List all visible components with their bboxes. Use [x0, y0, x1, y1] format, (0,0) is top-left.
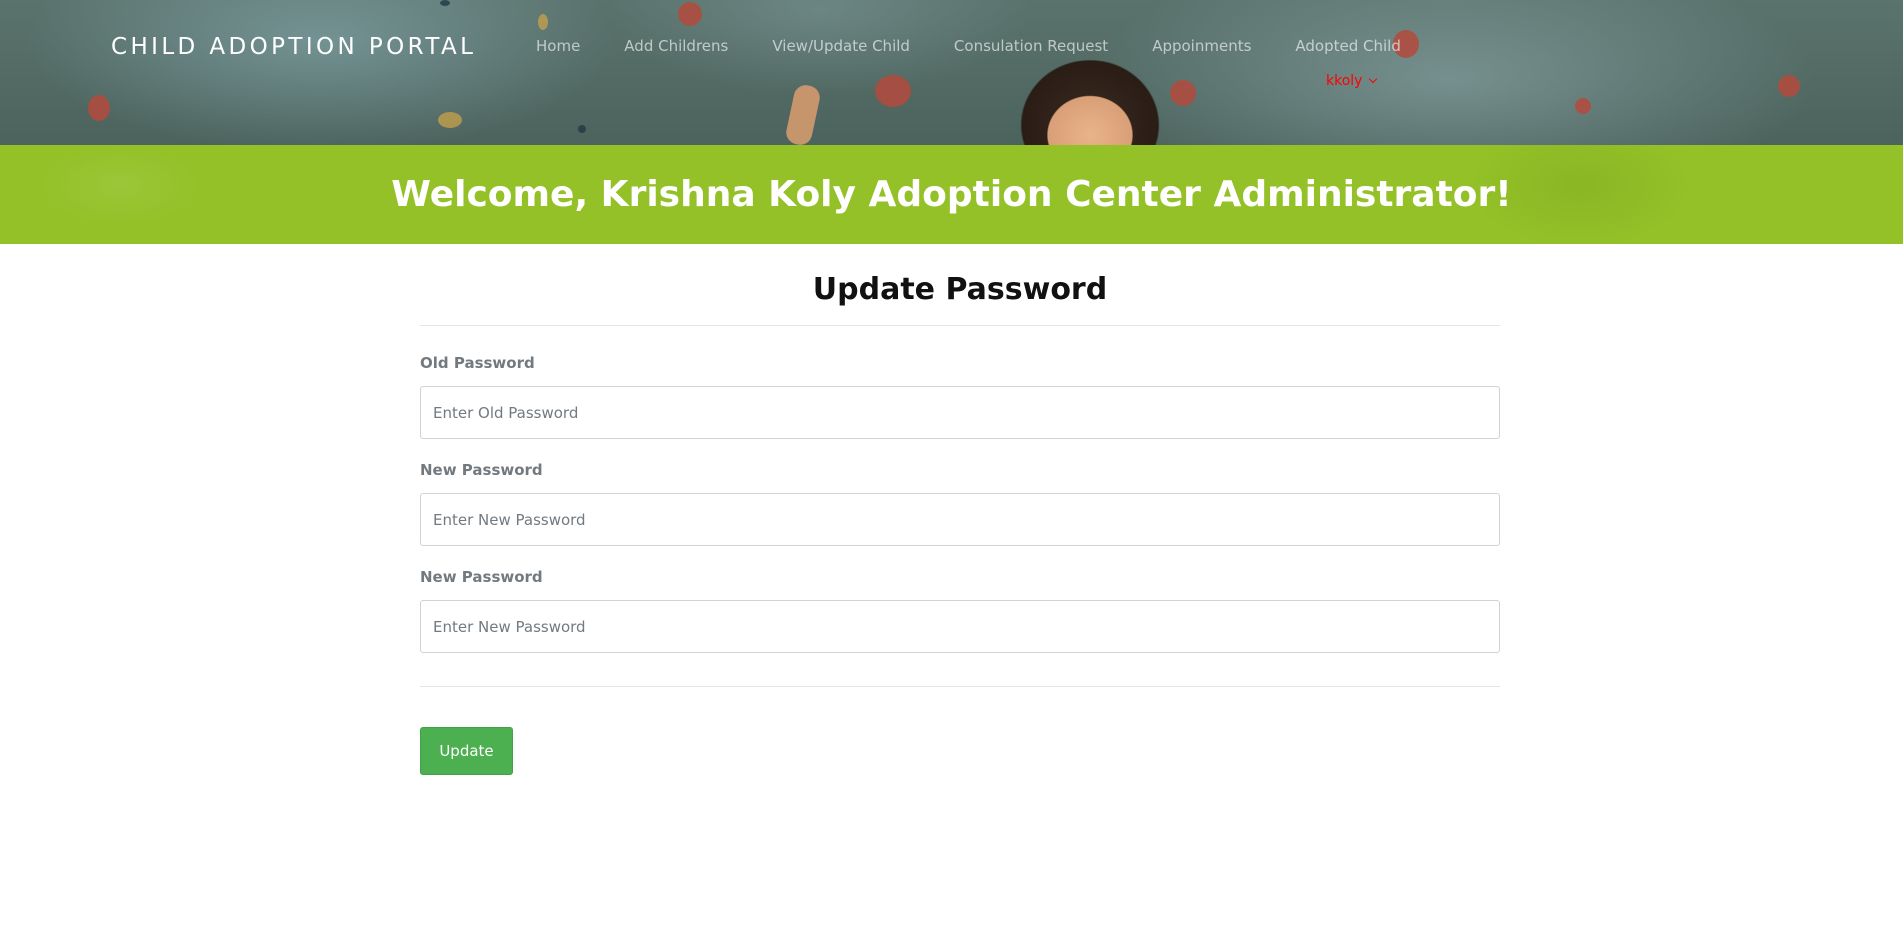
chevron-down-icon — [1369, 74, 1378, 84]
old-password-label: Old Password — [420, 354, 535, 372]
new-password-label: New Password — [420, 461, 543, 479]
nav-home[interactable]: Home — [536, 37, 580, 55]
top-navbar: CHILD ADOPTION PORTAL Home Add Childrens… — [0, 0, 1903, 145]
confirm-password-label: New Password — [420, 568, 543, 586]
nav-adopted-child[interactable]: Adopted Child — [1295, 37, 1400, 55]
welcome-banner: Welcome, Krishna Koly Adoption Center Ad… — [0, 145, 1903, 244]
nav-consulation-request[interactable]: Consulation Request — [954, 37, 1108, 55]
nav-add-childrens[interactable]: Add Childrens — [624, 37, 728, 55]
user-dropdown[interactable]: kkoly — [1326, 73, 1378, 89]
nav-appoinments[interactable]: Appoinments — [1152, 37, 1251, 55]
user-name: kkoly — [1326, 73, 1363, 89]
hero-header: CHILD ADOPTION PORTAL Home Add Childrens… — [0, 0, 1903, 244]
update-button[interactable]: Update — [420, 727, 513, 775]
brand-logo[interactable]: CHILD ADOPTION PORTAL — [111, 34, 476, 60]
main-nav: Home Add Childrens View/Update Child Con… — [536, 37, 1445, 55]
confirm-password-input[interactable] — [420, 600, 1500, 653]
update-password-form: Update Password Old Password New Passwor… — [420, 244, 1500, 775]
welcome-heading: Welcome, Krishna Koly Adoption Center Ad… — [391, 174, 1512, 215]
new-password-input[interactable] — [420, 493, 1500, 546]
old-password-input[interactable] — [420, 386, 1500, 439]
divider — [420, 686, 1500, 687]
form-title: Update Password — [812, 272, 1108, 307]
nav-view-update-child[interactable]: View/Update Child — [772, 37, 910, 55]
